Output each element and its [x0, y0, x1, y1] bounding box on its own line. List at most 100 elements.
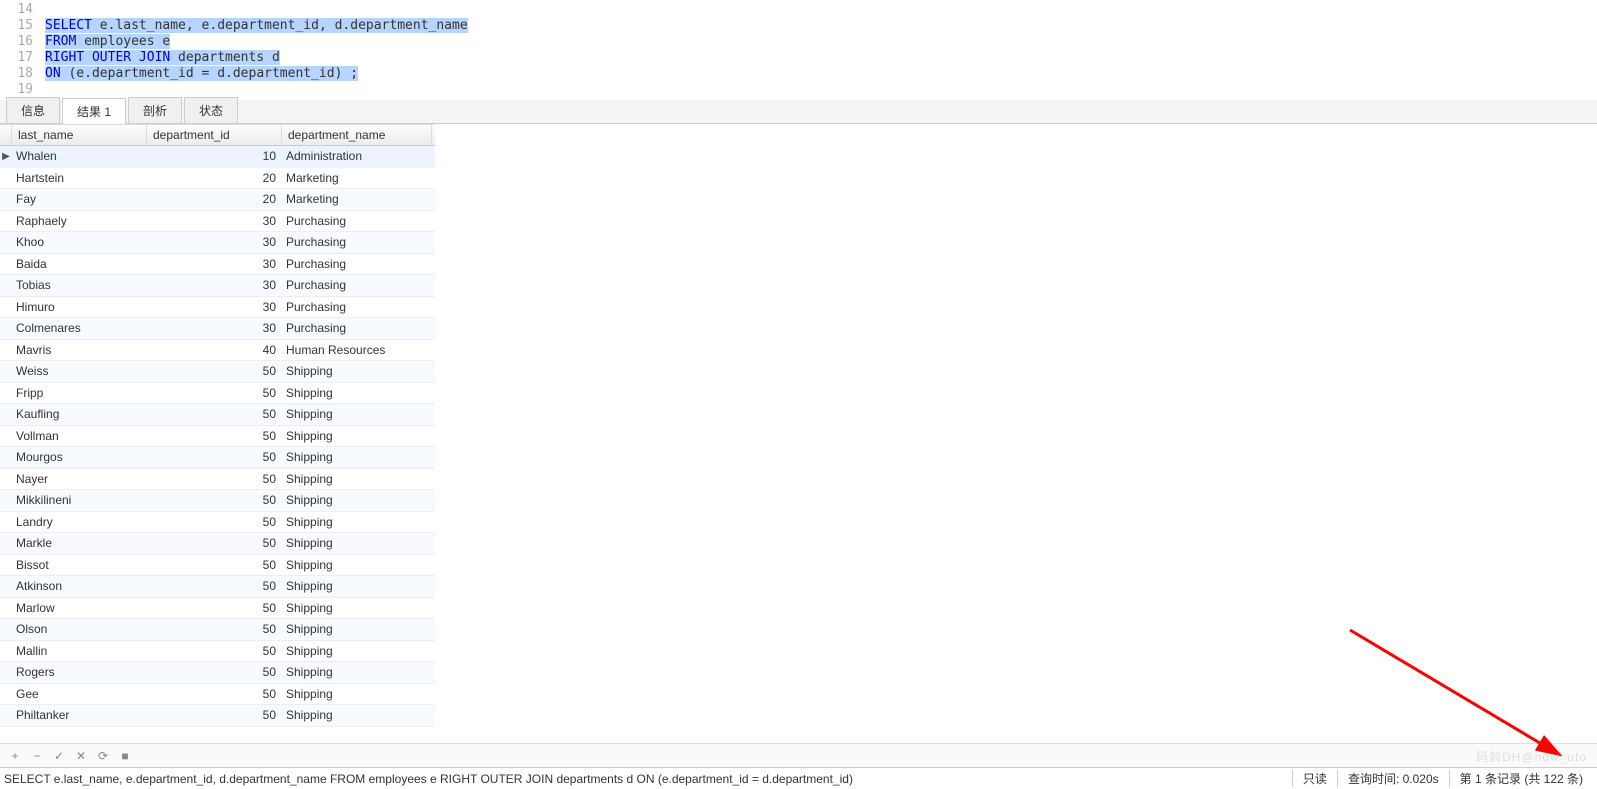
- cell-last-name[interactable]: Fay: [12, 192, 147, 206]
- table-row[interactable]: Olson50Shipping: [0, 619, 435, 641]
- sql-editor[interactable]: 1415SELECT e.last_name, e.department_id,…: [0, 0, 1597, 100]
- cell-department-name[interactable]: Shipping: [282, 407, 432, 421]
- cell-last-name[interactable]: Hartstein: [12, 171, 147, 185]
- table-row[interactable]: Mavris40Human Resources: [0, 340, 435, 362]
- cell-last-name[interactable]: Markle: [12, 536, 147, 550]
- code-line[interactable]: SELECT e.last_name, e.department_id, d.d…: [45, 18, 468, 34]
- cell-department-name[interactable]: Shipping: [282, 472, 432, 486]
- cell-last-name[interactable]: Marlow: [12, 601, 147, 615]
- cell-department-id[interactable]: 50: [147, 665, 282, 679]
- cell-department-name[interactable]: Marketing: [282, 192, 432, 206]
- cell-last-name[interactable]: Whalen: [12, 149, 147, 163]
- cell-last-name[interactable]: Raphaely: [12, 214, 147, 228]
- cell-last-name[interactable]: Landry: [12, 515, 147, 529]
- table-row[interactable]: Himuro30Purchasing: [0, 297, 435, 319]
- cell-department-id[interactable]: 50: [147, 493, 282, 507]
- cell-department-name[interactable]: Purchasing: [282, 214, 432, 228]
- tab-状态[interactable]: 状态: [184, 97, 238, 123]
- cell-department-name[interactable]: Purchasing: [282, 257, 432, 271]
- cell-department-id[interactable]: 30: [147, 257, 282, 271]
- cell-department-name[interactable]: Purchasing: [282, 300, 432, 314]
- cell-last-name[interactable]: Kaufling: [12, 407, 147, 421]
- cell-department-name[interactable]: Shipping: [282, 665, 432, 679]
- cell-department-name[interactable]: Shipping: [282, 644, 432, 658]
- table-row[interactable]: Mikkilineni50Shipping: [0, 490, 435, 512]
- cell-last-name[interactable]: Himuro: [12, 300, 147, 314]
- cell-department-id[interactable]: 50: [147, 708, 282, 722]
- cell-department-name[interactable]: Shipping: [282, 601, 432, 615]
- cell-department-id[interactable]: 50: [147, 579, 282, 593]
- table-row[interactable]: Colmenares30Purchasing: [0, 318, 435, 340]
- cancel-button[interactable]: ✕: [74, 749, 88, 763]
- table-row[interactable]: Markle50Shipping: [0, 533, 435, 555]
- cell-department-id[interactable]: 30: [147, 278, 282, 292]
- cell-department-id[interactable]: 50: [147, 386, 282, 400]
- tab-结果 1[interactable]: 结果 1: [62, 98, 126, 124]
- code-line[interactable]: RIGHT OUTER JOIN departments d: [45, 50, 280, 66]
- table-row[interactable]: Fripp50Shipping: [0, 383, 435, 405]
- cell-department-id[interactable]: 40: [147, 343, 282, 357]
- table-row[interactable]: Marlow50Shipping: [0, 598, 435, 620]
- cell-department-id[interactable]: 30: [147, 321, 282, 335]
- cell-department-name[interactable]: Purchasing: [282, 235, 432, 249]
- cell-last-name[interactable]: Vollman: [12, 429, 147, 443]
- cell-department-name[interactable]: Shipping: [282, 386, 432, 400]
- cell-last-name[interactable]: Weiss: [12, 364, 147, 378]
- cell-department-id[interactable]: 50: [147, 601, 282, 615]
- cell-department-id[interactable]: 50: [147, 687, 282, 701]
- tab-信息[interactable]: 信息: [6, 97, 60, 123]
- cell-department-id[interactable]: 50: [147, 407, 282, 421]
- cell-department-name[interactable]: Shipping: [282, 536, 432, 550]
- delete-row-button[interactable]: −: [30, 749, 44, 763]
- table-row[interactable]: Mourgos50Shipping: [0, 447, 435, 469]
- column-header-department-id[interactable]: department_id: [147, 125, 282, 145]
- cell-department-id[interactable]: 30: [147, 214, 282, 228]
- cell-last-name[interactable]: Mourgos: [12, 450, 147, 464]
- table-row[interactable]: Kaufling50Shipping: [0, 404, 435, 426]
- cell-last-name[interactable]: Bissot: [12, 558, 147, 572]
- add-row-button[interactable]: +: [8, 749, 22, 763]
- cell-department-id[interactable]: 20: [147, 192, 282, 206]
- table-row[interactable]: Gee50Shipping: [0, 684, 435, 706]
- cell-department-id[interactable]: 50: [147, 644, 282, 658]
- table-row[interactable]: Nayer50Shipping: [0, 469, 435, 491]
- table-row[interactable]: Hartstein20Marketing: [0, 168, 435, 190]
- cell-last-name[interactable]: Mavris: [12, 343, 147, 357]
- cell-last-name[interactable]: Rogers: [12, 665, 147, 679]
- cell-department-id[interactable]: 50: [147, 450, 282, 464]
- table-row[interactable]: Weiss50Shipping: [0, 361, 435, 383]
- apply-button[interactable]: ✓: [52, 749, 66, 763]
- cell-last-name[interactable]: Baida: [12, 257, 147, 271]
- stop-button[interactable]: ■: [118, 749, 132, 763]
- table-row[interactable]: Bissot50Shipping: [0, 555, 435, 577]
- cell-department-name[interactable]: Shipping: [282, 558, 432, 572]
- table-row[interactable]: Khoo30Purchasing: [0, 232, 435, 254]
- cell-department-id[interactable]: 50: [147, 558, 282, 572]
- table-row[interactable]: Philtanker50Shipping: [0, 705, 435, 727]
- cell-department-name[interactable]: Purchasing: [282, 278, 432, 292]
- table-row[interactable]: Atkinson50Shipping: [0, 576, 435, 598]
- column-header-last-name[interactable]: last_name: [12, 125, 147, 145]
- cell-department-id[interactable]: 50: [147, 429, 282, 443]
- cell-department-id[interactable]: 50: [147, 622, 282, 636]
- cell-department-name[interactable]: Administration: [282, 149, 432, 163]
- table-row[interactable]: Rogers50Shipping: [0, 662, 435, 684]
- table-row[interactable]: Baida30Purchasing: [0, 254, 435, 276]
- refresh-button[interactable]: ⟳: [96, 749, 110, 763]
- cell-department-id[interactable]: 50: [147, 364, 282, 378]
- cell-last-name[interactable]: Philtanker: [12, 708, 147, 722]
- cell-department-name[interactable]: Shipping: [282, 687, 432, 701]
- column-header-department-name[interactable]: department_name: [282, 125, 432, 145]
- cell-department-id[interactable]: 50: [147, 472, 282, 486]
- cell-department-id[interactable]: 50: [147, 536, 282, 550]
- cell-department-name[interactable]: Shipping: [282, 515, 432, 529]
- cell-last-name[interactable]: Atkinson: [12, 579, 147, 593]
- cell-department-name[interactable]: Shipping: [282, 708, 432, 722]
- cell-department-name[interactable]: Shipping: [282, 364, 432, 378]
- cell-department-id[interactable]: 20: [147, 171, 282, 185]
- cell-department-name[interactable]: Marketing: [282, 171, 432, 185]
- cell-last-name[interactable]: Mikkilineni: [12, 493, 147, 507]
- table-row[interactable]: Tobias30Purchasing: [0, 275, 435, 297]
- code-line[interactable]: ON (e.department_id = d.department_id) ;: [45, 66, 358, 82]
- tab-剖析[interactable]: 剖析: [128, 97, 182, 123]
